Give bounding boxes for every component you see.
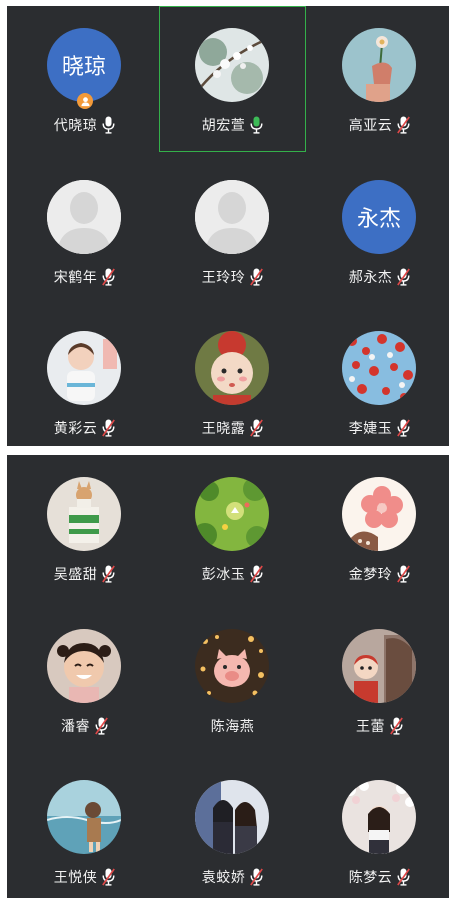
- participant-9-tile[interactable]: 李婕玉: [306, 309, 449, 446]
- participant-name-row: 黄彩云: [11, 417, 158, 439]
- mic-muted-icon: [102, 268, 116, 286]
- host-badge-icon: [77, 93, 93, 109]
- participant-name: 袁蛟娇: [201, 870, 246, 886]
- avatar-photo[interactable]: [195, 780, 269, 854]
- participant-name-row: 代晓琼: [11, 114, 158, 136]
- avatar-photo[interactable]: [47, 629, 121, 703]
- avatar-initials-text: 晓琼: [61, 55, 106, 80]
- avatar-photo[interactable]: [195, 331, 269, 405]
- mic-muted-icon: [397, 565, 411, 583]
- participant-17-tile[interactable]: 袁蛟娇: [159, 758, 306, 898]
- avatar-initials[interactable]: 晓琼: [47, 28, 121, 102]
- participant-name-row: 郝永杰: [306, 266, 449, 288]
- mic-muted-icon: [250, 565, 264, 583]
- avatar-photo[interactable]: [195, 28, 269, 102]
- participant-3-tile[interactable]: 高亚云: [306, 6, 449, 152]
- participant-name-row: 胡宏萱: [159, 114, 306, 136]
- participant-2-tile[interactable]: 胡宏萱: [159, 6, 306, 152]
- avatar-photo[interactable]: [342, 28, 416, 102]
- avatar-photo[interactable]: [47, 331, 121, 405]
- default-avatar-icon[interactable]: [195, 180, 269, 254]
- participant-16-tile[interactable]: 王悦侠: [11, 758, 158, 898]
- participant-name: 潘睿: [61, 719, 90, 735]
- participant-1-tile[interactable]: 晓琼代晓琼: [11, 6, 158, 152]
- participant-name: 王蕾: [356, 719, 385, 735]
- participant-name: 王悦侠: [53, 870, 98, 886]
- participant-name: 李婕玉: [348, 421, 393, 437]
- participant-11-tile[interactable]: 彭冰玉: [159, 455, 306, 601]
- participant-name: 高亚云: [348, 118, 393, 134]
- participant-name-row: 陈梦云: [306, 866, 449, 888]
- participant-name-row: 袁蛟娇: [159, 866, 306, 888]
- participant-14-tile[interactable]: 陈海燕: [159, 607, 306, 753]
- video-grid-bottom: 吴盛甜 彭冰玉 金梦玲潘睿 陈海燕 王蕾王悦侠 袁蛟娇 陈梦云: [7, 455, 449, 898]
- mic-muted-icon: [250, 419, 264, 437]
- participant-12-tile[interactable]: 金梦玲: [306, 455, 449, 601]
- mic-muted-icon: [102, 868, 116, 886]
- mic-muted-icon: [390, 717, 403, 735]
- avatar-photo[interactable]: [342, 477, 416, 551]
- participant-name: 胡宏萱: [201, 118, 246, 134]
- mic-icon: [102, 116, 115, 134]
- avatar-photo[interactable]: [47, 477, 121, 551]
- participant-8-tile[interactable]: 王晓露: [159, 309, 306, 446]
- avatar-photo[interactable]: [342, 780, 416, 854]
- participant-name-row: 王蕾: [306, 715, 449, 737]
- participant-name-row: 王悦侠: [11, 866, 158, 888]
- participant-name-row: 金梦玲: [306, 563, 449, 585]
- participant-name-row: 陈海燕: [159, 715, 306, 737]
- avatar-photo[interactable]: [47, 780, 121, 854]
- participant-name-row: 宋鹤年: [11, 266, 158, 288]
- avatar-initials-text: 永杰: [356, 207, 401, 232]
- participant-name: 王玲玲: [201, 270, 246, 286]
- mic-icon: [250, 116, 263, 134]
- participant-name: 郝永杰: [348, 270, 393, 286]
- mic-muted-icon: [397, 116, 411, 134]
- participant-6-tile[interactable]: 永杰郝永杰: [306, 158, 449, 304]
- mic-muted-icon: [95, 717, 108, 735]
- mic-muted-icon: [397, 868, 411, 886]
- participant-name: 黄彩云: [53, 421, 98, 437]
- mic-muted-icon: [102, 419, 116, 437]
- video-grid-top: 晓琼 代晓琼 胡宏萱 高亚云 宋鹤年 王玲玲 永杰 郝永杰 黄彩云 王晓露 李婕玉: [7, 6, 449, 446]
- participant-7-tile[interactable]: 黄彩云: [11, 309, 158, 446]
- mic-muted-icon: [250, 268, 264, 286]
- participant-name: 陈海燕: [210, 719, 255, 735]
- mic-muted-icon: [250, 868, 264, 886]
- mic-muted-icon: [397, 419, 411, 437]
- participant-13-tile[interactable]: 潘睿: [11, 607, 158, 753]
- participant-name-row: 王玲玲: [159, 266, 306, 288]
- participant-name-row: 彭冰玉: [159, 563, 306, 585]
- mic-muted-icon: [397, 268, 411, 286]
- participant-name: 金梦玲: [348, 567, 393, 583]
- avatar-initials[interactable]: 永杰: [342, 180, 416, 254]
- avatar-photo[interactable]: [195, 629, 269, 703]
- participant-name: 王晓露: [201, 421, 246, 437]
- participant-10-tile[interactable]: 吴盛甜: [11, 455, 158, 601]
- avatar-photo[interactable]: [342, 629, 416, 703]
- participant-18-tile[interactable]: 陈梦云: [306, 758, 449, 898]
- participant-name: 彭冰玉: [201, 567, 246, 583]
- participant-name: 代晓琼: [53, 118, 98, 134]
- avatar-photo[interactable]: [342, 331, 416, 405]
- participant-name: 宋鹤年: [53, 270, 98, 286]
- avatar-photo[interactable]: [195, 477, 269, 551]
- participant-name-row: 吴盛甜: [11, 563, 158, 585]
- participant-name-row: 李婕玉: [306, 417, 449, 439]
- participant-name-row: 潘睿: [11, 715, 158, 737]
- participant-4-tile[interactable]: 宋鹤年: [11, 158, 158, 304]
- participant-name-row: 高亚云: [306, 114, 449, 136]
- participant-5-tile[interactable]: 王玲玲: [159, 158, 306, 304]
- participant-name: 陈梦云: [348, 870, 393, 886]
- participant-15-tile[interactable]: 王蕾: [306, 607, 449, 753]
- default-avatar-icon[interactable]: [47, 180, 121, 254]
- participant-name-row: 王晓露: [159, 417, 306, 439]
- mic-muted-icon: [102, 565, 116, 583]
- participant-name: 吴盛甜: [53, 567, 98, 583]
